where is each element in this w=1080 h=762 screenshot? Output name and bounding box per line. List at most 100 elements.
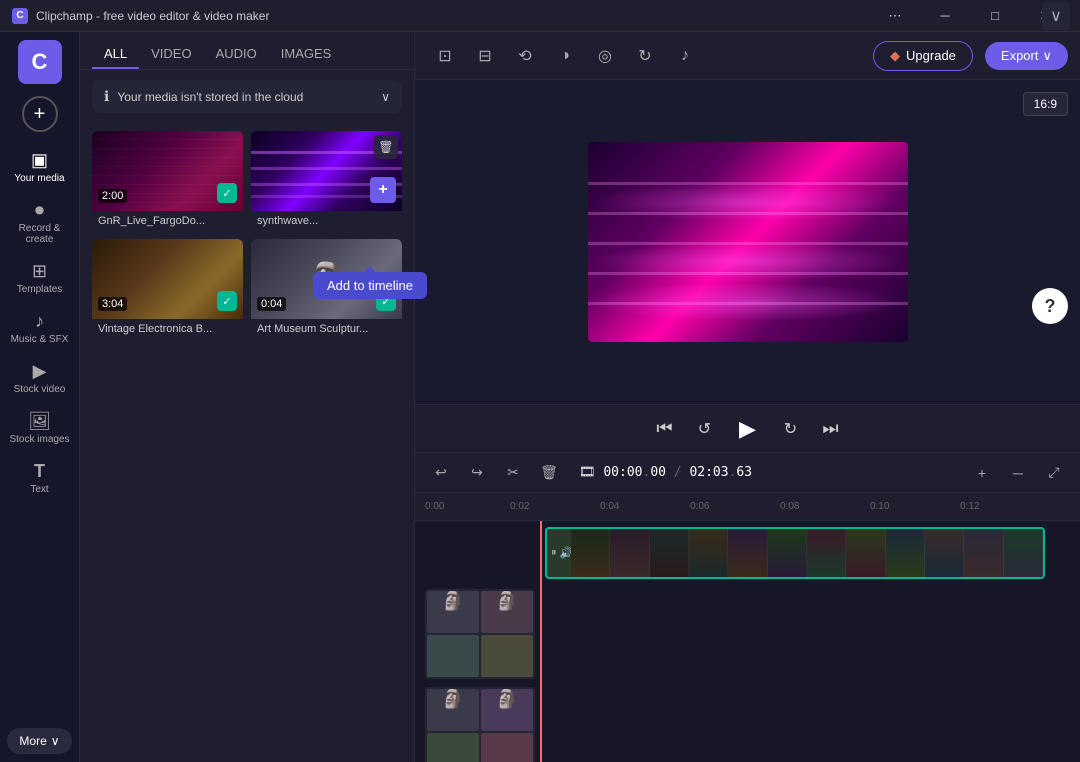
playhead[interactable]: [540, 521, 542, 762]
rotate-tool-button[interactable]: ↻: [627, 38, 663, 74]
title-bar-left: C Clipchamp - free video editor & video …: [12, 8, 269, 24]
layout-tool-button[interactable]: ⊡: [427, 38, 463, 74]
media-duration-gnr: 2:00: [98, 189, 127, 203]
skip-forward-button[interactable]: ⏭: [815, 413, 847, 445]
ruler-mark-5: 0:10: [870, 501, 889, 512]
fit-timeline-button[interactable]: ⤢: [1040, 459, 1068, 487]
timeline-toolbar: ↩ ↪ ✂ 🗑 🎞 00:00.00 / 02:03.63 + ─ ⤢ ∨: [415, 453, 1080, 493]
export-label: Export: [1001, 48, 1039, 63]
timecode-tape-icon: 🎞: [579, 465, 596, 480]
record-create-icon: ⏺: [35, 200, 44, 221]
media-name-vintage: Vintage Electronica B...: [92, 319, 243, 339]
ruler-mark-0: 0:00: [425, 501, 444, 512]
editor-toolbar: ⊡ ⊟ ⟲ ◑ ◎ ↻ ♪ ◆ Upgrade Export ∨: [415, 32, 1080, 80]
sidebar-item-templates[interactable]: ⊞ Templates: [4, 255, 76, 301]
upgrade-label: Upgrade: [906, 48, 956, 63]
skip-forward-icon: ⏭: [822, 418, 838, 439]
audio-tool-button[interactable]: ♪: [667, 38, 703, 74]
stock-video-icon: ▶: [33, 361, 47, 382]
sidebar-item-text[interactable]: T Text: [4, 455, 76, 501]
tab-audio[interactable]: AUDIO: [204, 40, 269, 69]
skip-back-icon: ⏮: [656, 418, 672, 439]
transform-tool-button[interactable]: ⟲: [507, 38, 543, 74]
cut-button[interactable]: ✂: [499, 459, 527, 487]
help-icon: ?: [1045, 296, 1056, 317]
forward-button[interactable]: ↻: [775, 413, 807, 445]
minimize-button[interactable]: ─: [922, 0, 968, 32]
add-to-timeline-tooltip: Add to timeline: [313, 272, 427, 299]
sidebar-item-label-templates: Templates: [17, 284, 63, 295]
sidebar-item-your-media[interactable]: ▣ Your media: [4, 144, 76, 190]
tab-images[interactable]: IMAGES: [269, 40, 344, 69]
preview-line-4: [588, 272, 908, 275]
vintage-track[interactable]: 🗿 🗿: [425, 687, 535, 762]
media-grid: 2:00 ✓ GnR_Live_FargoDo... 🗑 + synthw: [80, 123, 414, 347]
preview-line-2: [588, 212, 908, 215]
stock-images-icon: 🖼: [28, 411, 51, 432]
add-to-timeline-button[interactable]: +: [370, 177, 396, 203]
zoom-out-button[interactable]: ─: [1004, 459, 1032, 487]
rewind-button[interactable]: ↺: [689, 413, 721, 445]
timeline-area: ↩ ↪ ✂ 🗑 🎞 00:00.00 / 02:03.63 + ─ ⤢ ∨: [415, 452, 1080, 762]
media-duration-vintage: 3:04: [98, 297, 127, 311]
media-card-hover-buttons: 🗑: [374, 135, 398, 159]
track-frames: [571, 529, 1043, 577]
tab-all[interactable]: ALL: [92, 40, 139, 69]
more-label: More: [19, 734, 46, 748]
color-tool-button[interactable]: ◑: [547, 38, 583, 74]
preview-glow-mid: [588, 242, 908, 282]
sidebar-item-stock-images[interactable]: 🖼 Stock images: [4, 405, 76, 451]
skip-back-button[interactable]: ⏮: [649, 413, 681, 445]
ruler-mark-3: 0:06: [690, 501, 709, 512]
editor-panel: ⊡ ⊟ ⟲ ◑ ◎ ↻ ♪ ◆ Upgrade Export ∨: [415, 32, 1080, 762]
preview-line-1: [588, 182, 908, 185]
media-duration-artmuseum: 0:04: [257, 297, 286, 311]
more-button[interactable]: More ∨: [7, 728, 71, 754]
video-track[interactable]: ⏸ 🔊: [545, 527, 1045, 579]
filters-tool-button[interactable]: ◎: [587, 38, 623, 74]
more-chevron-icon: ∨: [51, 734, 60, 748]
play-button[interactable]: ▶: [729, 410, 767, 448]
aspect-ratio-badge[interactable]: 16:9: [1023, 92, 1068, 116]
media-check-gnr: ✓: [217, 183, 237, 203]
sidebar-item-label-your-media: Your media: [14, 173, 64, 184]
media-card-vintage[interactable]: 3:04 ✓ Vintage Electronica B...: [92, 239, 243, 339]
cloud-chevron-icon: ∨: [381, 90, 390, 104]
delete-media-button[interactable]: 🗑: [374, 135, 398, 159]
pause-track-icon: ⏸: [551, 547, 557, 560]
media-card-gnr[interactable]: 2:00 ✓ GnR_Live_FargoDo...: [92, 131, 243, 231]
add-media-button[interactable]: +: [22, 96, 58, 132]
media-card-synthwave[interactable]: 🗑 + synthwave...: [251, 131, 402, 231]
sidebar-item-stock-video[interactable]: ▶ Stock video: [4, 355, 76, 401]
sidebar-item-music-sfx[interactable]: ♪ Music & SFX: [4, 305, 76, 351]
menu-dots-button[interactable]: ⋯: [872, 0, 918, 32]
delete-button[interactable]: 🗑: [535, 459, 563, 487]
cloud-notice[interactable]: ℹ Your media isn't stored in the cloud ∨: [92, 80, 402, 113]
sidebar: C + ▣ Your media ⏺ Record & create ⊞ Tem…: [0, 32, 80, 762]
sidebar-item-label-stock-video: Stock video: [14, 384, 66, 395]
maximize-button[interactable]: □: [972, 0, 1018, 32]
sidebar-item-record-create[interactable]: ⏺ Record & create: [4, 194, 76, 251]
current-ms: 00: [650, 465, 666, 480]
your-media-icon: ▣: [31, 150, 48, 171]
preview-video: [588, 142, 908, 342]
upgrade-button[interactable]: ◆ Upgrade: [873, 41, 973, 71]
redo-button[interactable]: ↪: [463, 459, 491, 487]
preview-area: 16:9 ?: [415, 80, 1080, 404]
track-icons: ⏸ 🔊: [551, 547, 573, 560]
cloud-notice-text: Your media isn't stored in the cloud: [117, 90, 303, 104]
timeline-content: 0:00 0:02 0:04 0:06 0:08 0:10 0:12 ⏸: [415, 493, 1080, 762]
export-button[interactable]: Export ∨: [985, 42, 1068, 70]
ruler-mark-1: 0:02: [510, 501, 529, 512]
help-button[interactable]: ?: [1032, 288, 1068, 324]
media-check-vintage: ✓: [217, 291, 237, 311]
art-museum-track[interactable]: 🗿 🗿: [425, 589, 535, 679]
collapse-timeline-button[interactable]: ∨: [1042, 2, 1070, 30]
undo-button[interactable]: ↩: [427, 459, 455, 487]
window-title: Clipchamp - free video editor & video ma…: [36, 9, 269, 23]
zoom-in-button[interactable]: +: [968, 459, 996, 487]
sidebar-item-label-stock-images: Stock images: [9, 434, 69, 445]
crop-tool-button[interactable]: ⊟: [467, 38, 503, 74]
tab-video[interactable]: VIDEO: [139, 40, 203, 69]
total-time: 02:03: [689, 465, 728, 480]
